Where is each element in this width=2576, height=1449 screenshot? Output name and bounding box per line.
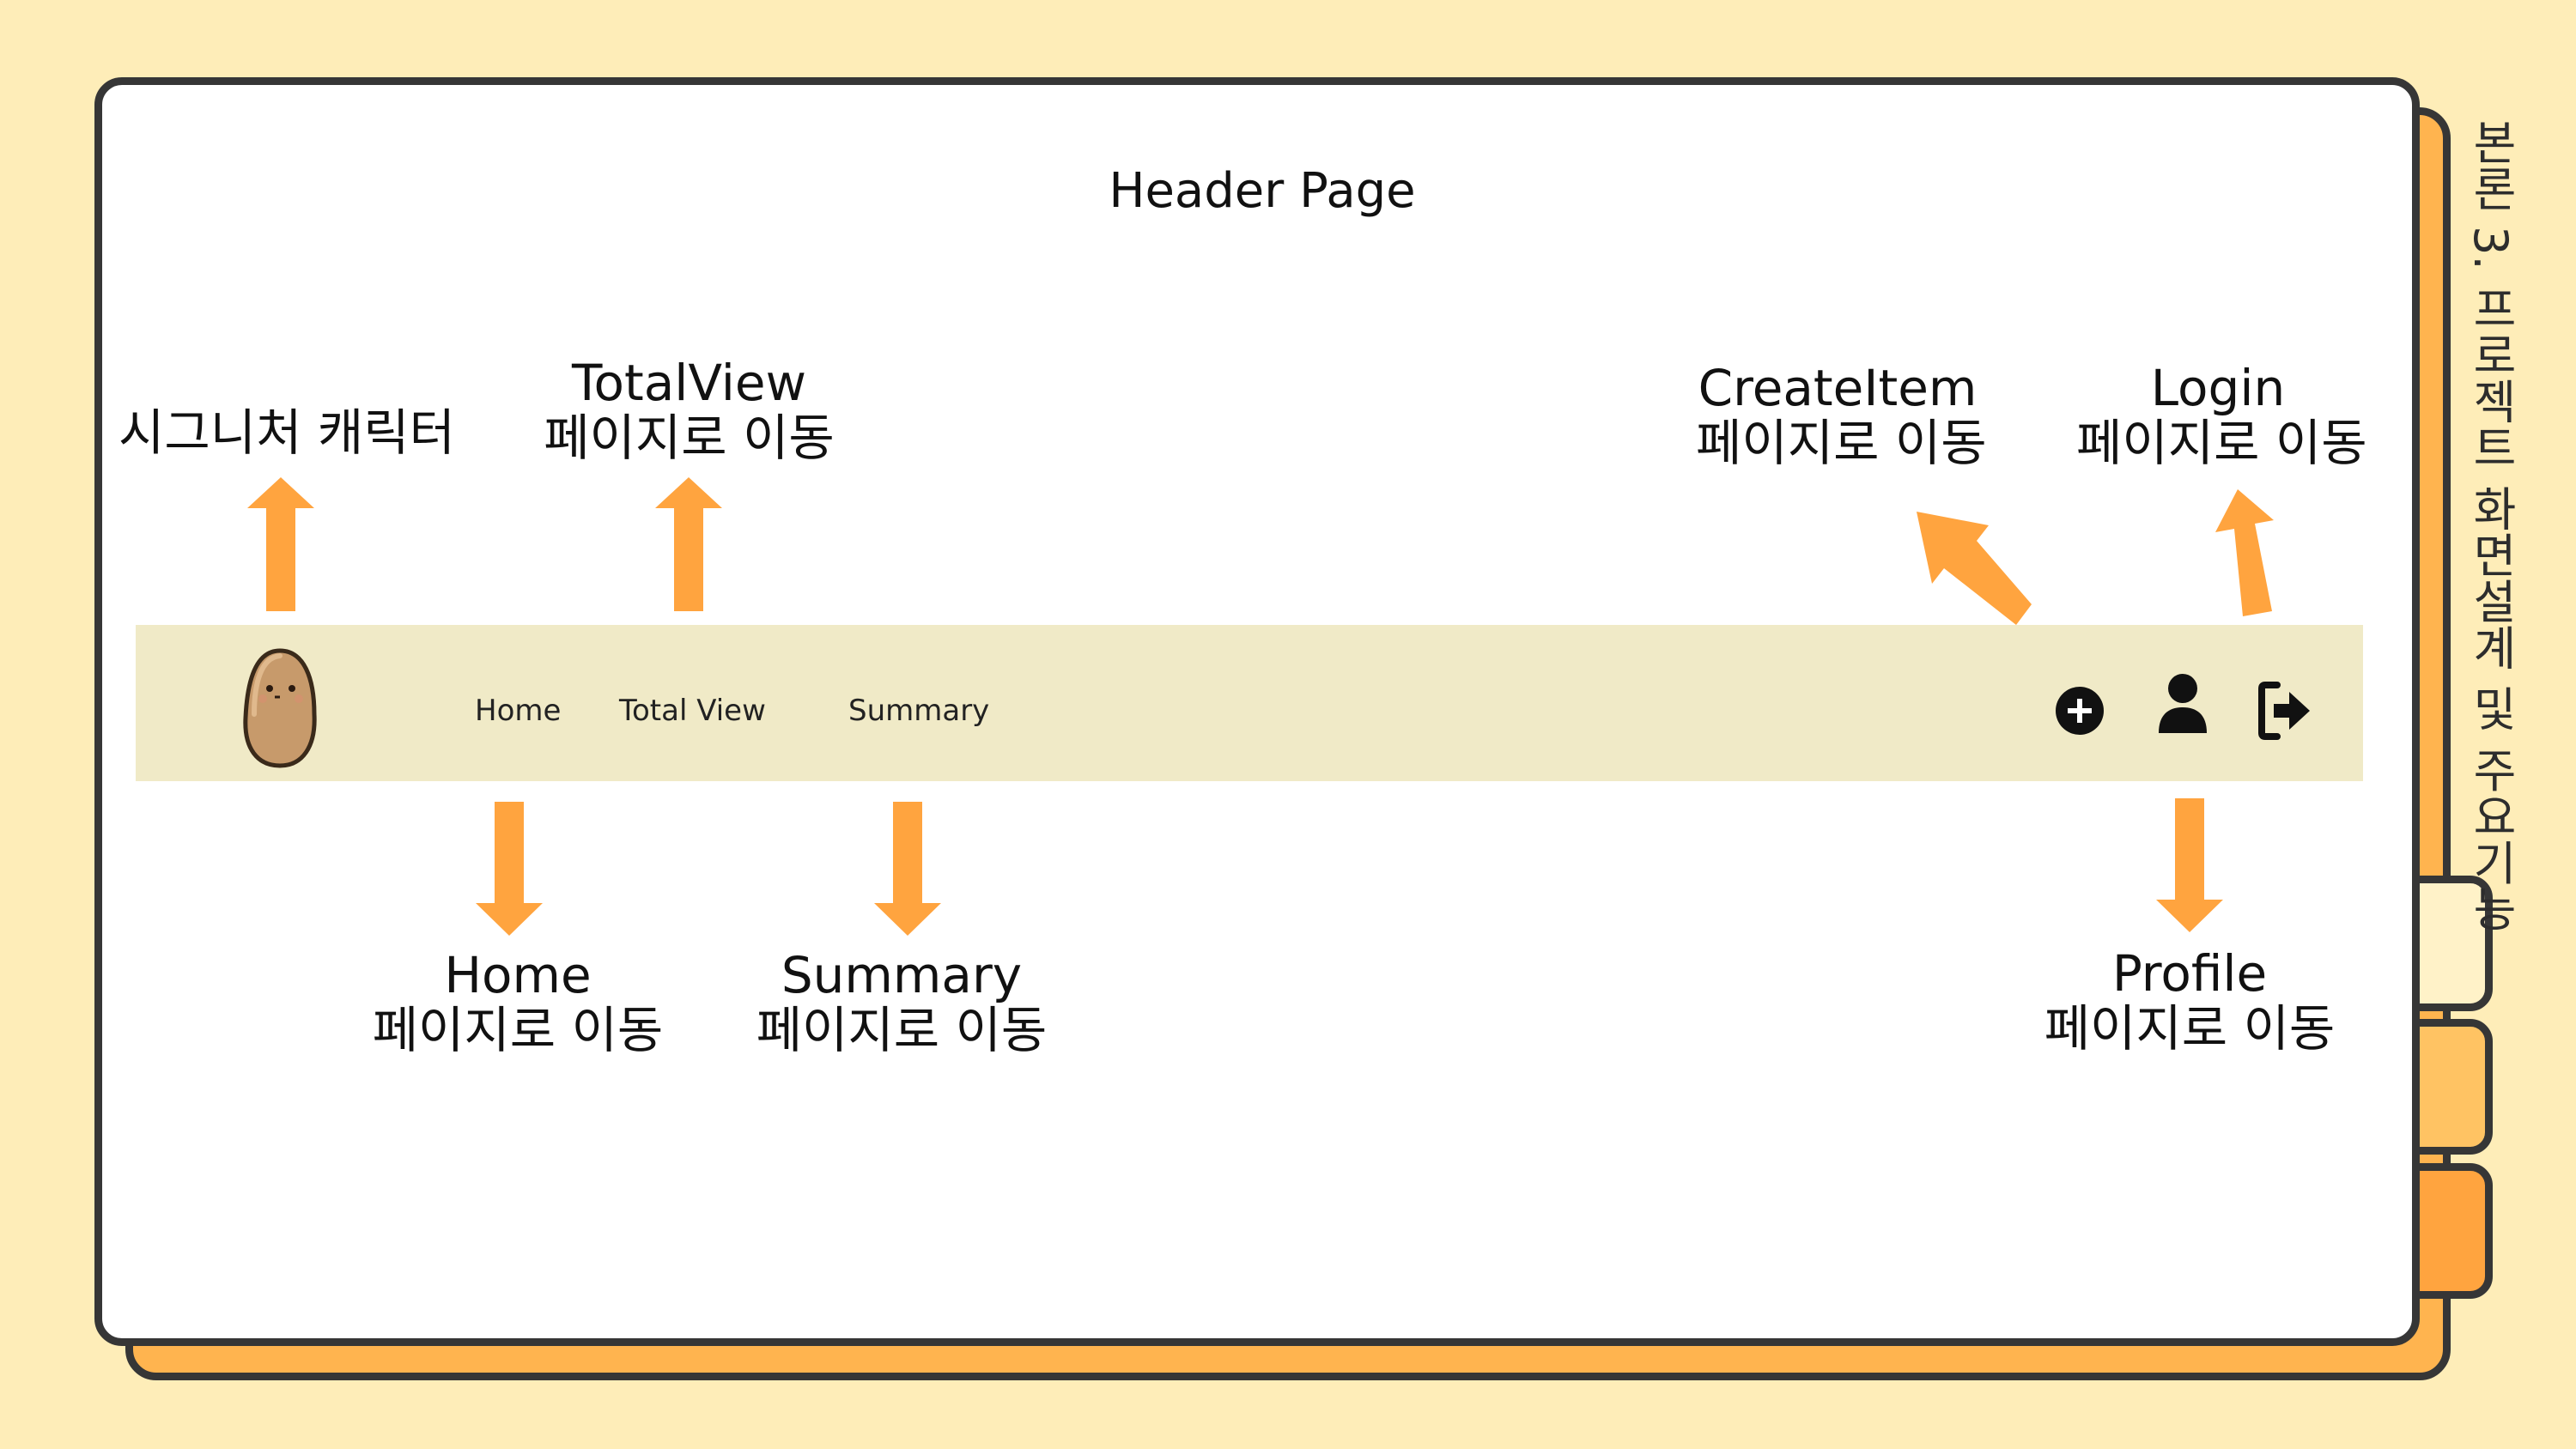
label-totalview-line2: 페이지로 이동 (544, 409, 835, 467)
label-totalview: TotalView 페이지로 이동 (541, 355, 837, 465)
annotation-arrows (247, 477, 2274, 936)
label-totalview-line1: TotalView (571, 354, 807, 412)
label-home-line2: 페이지로 이동 (372, 1001, 664, 1059)
arrow-character (247, 477, 314, 611)
arrow-summary (874, 802, 941, 936)
arrow-login (2215, 489, 2274, 616)
label-login-line2: 페이지로 이동 (2076, 414, 2367, 472)
label-profile-line1: Profile (2111, 944, 2268, 1003)
arrow-profile (2156, 798, 2223, 932)
label-login-line1: Login (2150, 359, 2286, 417)
label-character: 시그니처 캐릭터 (118, 403, 455, 462)
label-createitem-line2: 페이지로 이동 (1696, 414, 1987, 472)
arrow-totalview (655, 477, 722, 611)
label-character-line1: 시그니처 캐릭터 (118, 403, 455, 462)
label-home: Home 페이지로 이동 (372, 948, 664, 1058)
label-login: Login 페이지로 이동 (2076, 359, 2367, 472)
arrow-createitem (1917, 512, 2032, 625)
label-summary-line1: Summary (781, 946, 1023, 1004)
label-summary-line2: 페이지로 이동 (756, 1001, 1048, 1059)
label-profile: Profile 페이지로 이동 (2044, 946, 2336, 1056)
label-summary: Summary 페이지로 이동 (756, 948, 1048, 1058)
label-profile-line2: 페이지로 이동 (2044, 999, 2336, 1058)
label-createitem: CreateItem 페이지로 이동 (1696, 359, 1987, 472)
label-home-line1: Home (444, 946, 592, 1004)
label-createitem-line1: CreateItem (1698, 359, 1978, 417)
arrow-home (476, 802, 543, 936)
